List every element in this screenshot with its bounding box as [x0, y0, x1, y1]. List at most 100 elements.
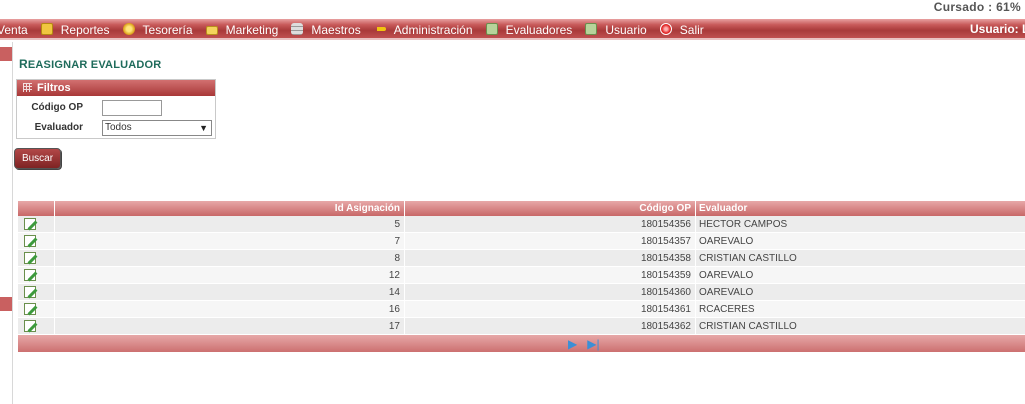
- document-icon: [585, 23, 598, 35]
- sidebar-toggle-bottom[interactable]: [0, 297, 12, 311]
- table-row: 12 180154359 OAREVALO: [18, 267, 1025, 284]
- table-row: 16 180154361 RCACERES: [18, 301, 1025, 318]
- row-action-cell: [18, 250, 53, 266]
- menu-label: Usuario: [605, 23, 647, 37]
- row-action-cell: [18, 284, 53, 300]
- menu-item-evaluadores[interactable]: Evaluadores: [485, 22, 573, 38]
- codigo-cell: 180154357: [404, 233, 694, 249]
- key-icon: [373, 27, 386, 31]
- exit-icon: [659, 23, 672, 35]
- menu-label: Evaluadores: [505, 23, 573, 37]
- filter-row-codigo: Código OP: [17, 99, 215, 117]
- database-icon: [291, 23, 304, 35]
- id-cell: 16: [54, 301, 403, 317]
- page-title: REASIGNAR EVALUADOR: [19, 57, 161, 71]
- menu-item-maestros[interactable]: Maestros: [291, 22, 361, 38]
- codigo-cell: 180154362: [404, 318, 694, 334]
- filters-title: Filtros: [37, 82, 71, 94]
- filters-header: Filtros: [17, 80, 215, 96]
- menu-label: Tesorería: [142, 23, 193, 37]
- edit-icon[interactable]: [24, 218, 36, 230]
- codigo-cell: 180154359: [404, 267, 694, 283]
- id-cell: 14: [54, 284, 403, 300]
- menu-item-salir[interactable]: Salir: [659, 22, 704, 38]
- id-cell: 17: [54, 318, 403, 334]
- evaluador-selected-value: Todos: [105, 122, 132, 133]
- evaluador-label: Evaluador: [34, 122, 83, 133]
- table-row: 14 180154360 OAREVALO: [18, 284, 1025, 301]
- menu-item-reportes[interactable]: Reportes: [40, 22, 110, 38]
- id-cell: 8: [54, 250, 403, 266]
- evaluador-cell: RCACERES: [695, 301, 1025, 317]
- table-row: 5 180154356 HECTOR CAMPOS: [18, 216, 1025, 233]
- document-icon: [485, 23, 498, 35]
- codigo-cell: 180154356: [404, 216, 694, 232]
- page-title-initial: R: [19, 57, 28, 71]
- edit-icon[interactable]: [24, 286, 36, 298]
- next-page-icon[interactable]: ▶: [568, 338, 577, 350]
- menu-item-tesoreria[interactable]: Tesorería: [122, 22, 193, 38]
- menu-item-marketing[interactable]: Marketing: [205, 22, 279, 38]
- codigo-cell: 180154361: [404, 301, 694, 317]
- coin-icon: [122, 23, 135, 35]
- column-header-actions: [18, 201, 53, 216]
- menu-label: Salir: [679, 23, 704, 37]
- row-action-cell: [18, 216, 53, 232]
- evaluador-cell: OAREVALO: [695, 267, 1025, 283]
- left-divider: [12, 42, 13, 404]
- codigo-cell: 180154358: [404, 250, 694, 266]
- page-title-rest: EASIGNAR EVALUADOR: [27, 59, 162, 71]
- codigo-cell: 180154360: [404, 284, 694, 300]
- last-page-icon[interactable]: ▶|: [587, 338, 599, 350]
- main-menu: Venta Reportes Tesorería Marketing Maest…: [0, 22, 714, 38]
- search-button[interactable]: Buscar: [14, 148, 61, 169]
- edit-icon[interactable]: [24, 320, 36, 332]
- filters-panel: Filtros Código OP Evaluador Todos ▼: [16, 79, 216, 139]
- evaluador-cell: CRISTIAN CASTILLO: [695, 250, 1025, 266]
- menu-label: Reportes: [60, 23, 110, 37]
- menu-item-venta[interactable]: Venta: [0, 22, 28, 38]
- column-header-codigo[interactable]: Código OP: [404, 201, 694, 216]
- menu-item-administracion[interactable]: Administración: [373, 22, 473, 38]
- folder-icon: [205, 26, 218, 35]
- menu-label: Maestros: [311, 23, 361, 37]
- menu-item-usuario[interactable]: Usuario: [585, 22, 647, 38]
- filter-row-evaluador: Evaluador Todos ▼: [17, 119, 215, 137]
- edit-icon[interactable]: [24, 235, 36, 247]
- top-bar: Cursado : 61%: [0, 0, 1025, 17]
- main-menu-bar: Venta Reportes Tesorería Marketing Maest…: [0, 19, 1025, 40]
- column-header-id[interactable]: Id Asignación: [54, 201, 403, 216]
- sidebar-toggle-top[interactable]: [0, 47, 12, 61]
- chevron-down-icon: ▼: [199, 123, 208, 133]
- menu-label: Venta: [0, 23, 28, 37]
- report-icon: [40, 23, 53, 35]
- row-action-cell: [18, 267, 53, 283]
- pager: ▶ ▶|: [568, 338, 610, 350]
- codigo-op-label: Código OP: [31, 102, 83, 113]
- row-action-cell: [18, 301, 53, 317]
- table-header: Id Asignación Código OP Evaluador: [18, 201, 1025, 216]
- evaluador-select[interactable]: Todos ▼: [102, 120, 212, 136]
- edit-icon[interactable]: [24, 269, 36, 281]
- menu-label: Marketing: [225, 23, 279, 37]
- row-action-cell: [18, 318, 53, 334]
- row-action-cell: [18, 233, 53, 249]
- grid-icon: [23, 83, 32, 92]
- evaluador-cell: CRISTIAN CASTILLO: [695, 318, 1025, 334]
- table-row: 7 180154357 OAREVALO: [18, 233, 1025, 250]
- menu-label: Administración: [393, 23, 473, 37]
- id-cell: 7: [54, 233, 403, 249]
- edit-icon[interactable]: [24, 252, 36, 264]
- evaluador-cell: OAREVALO: [695, 284, 1025, 300]
- id-cell: 5: [54, 216, 403, 232]
- id-cell: 12: [54, 267, 403, 283]
- table-footer-pager: ▶ ▶|: [18, 335, 1025, 352]
- progress-label: Cursado : 61%: [933, 0, 1021, 14]
- table-row: 17 180154362 CRISTIAN CASTILLO: [18, 318, 1025, 335]
- codigo-op-input[interactable]: [102, 100, 162, 116]
- table-row: 8 180154358 CRISTIAN CASTILLO: [18, 250, 1025, 267]
- evaluador-cell: HECTOR CAMPOS: [695, 216, 1025, 232]
- column-header-evaluador[interactable]: Evaluador: [695, 201, 1025, 216]
- results-table: Id Asignación Código OP Evaluador 5 1801…: [18, 201, 1025, 352]
- edit-icon[interactable]: [24, 303, 36, 315]
